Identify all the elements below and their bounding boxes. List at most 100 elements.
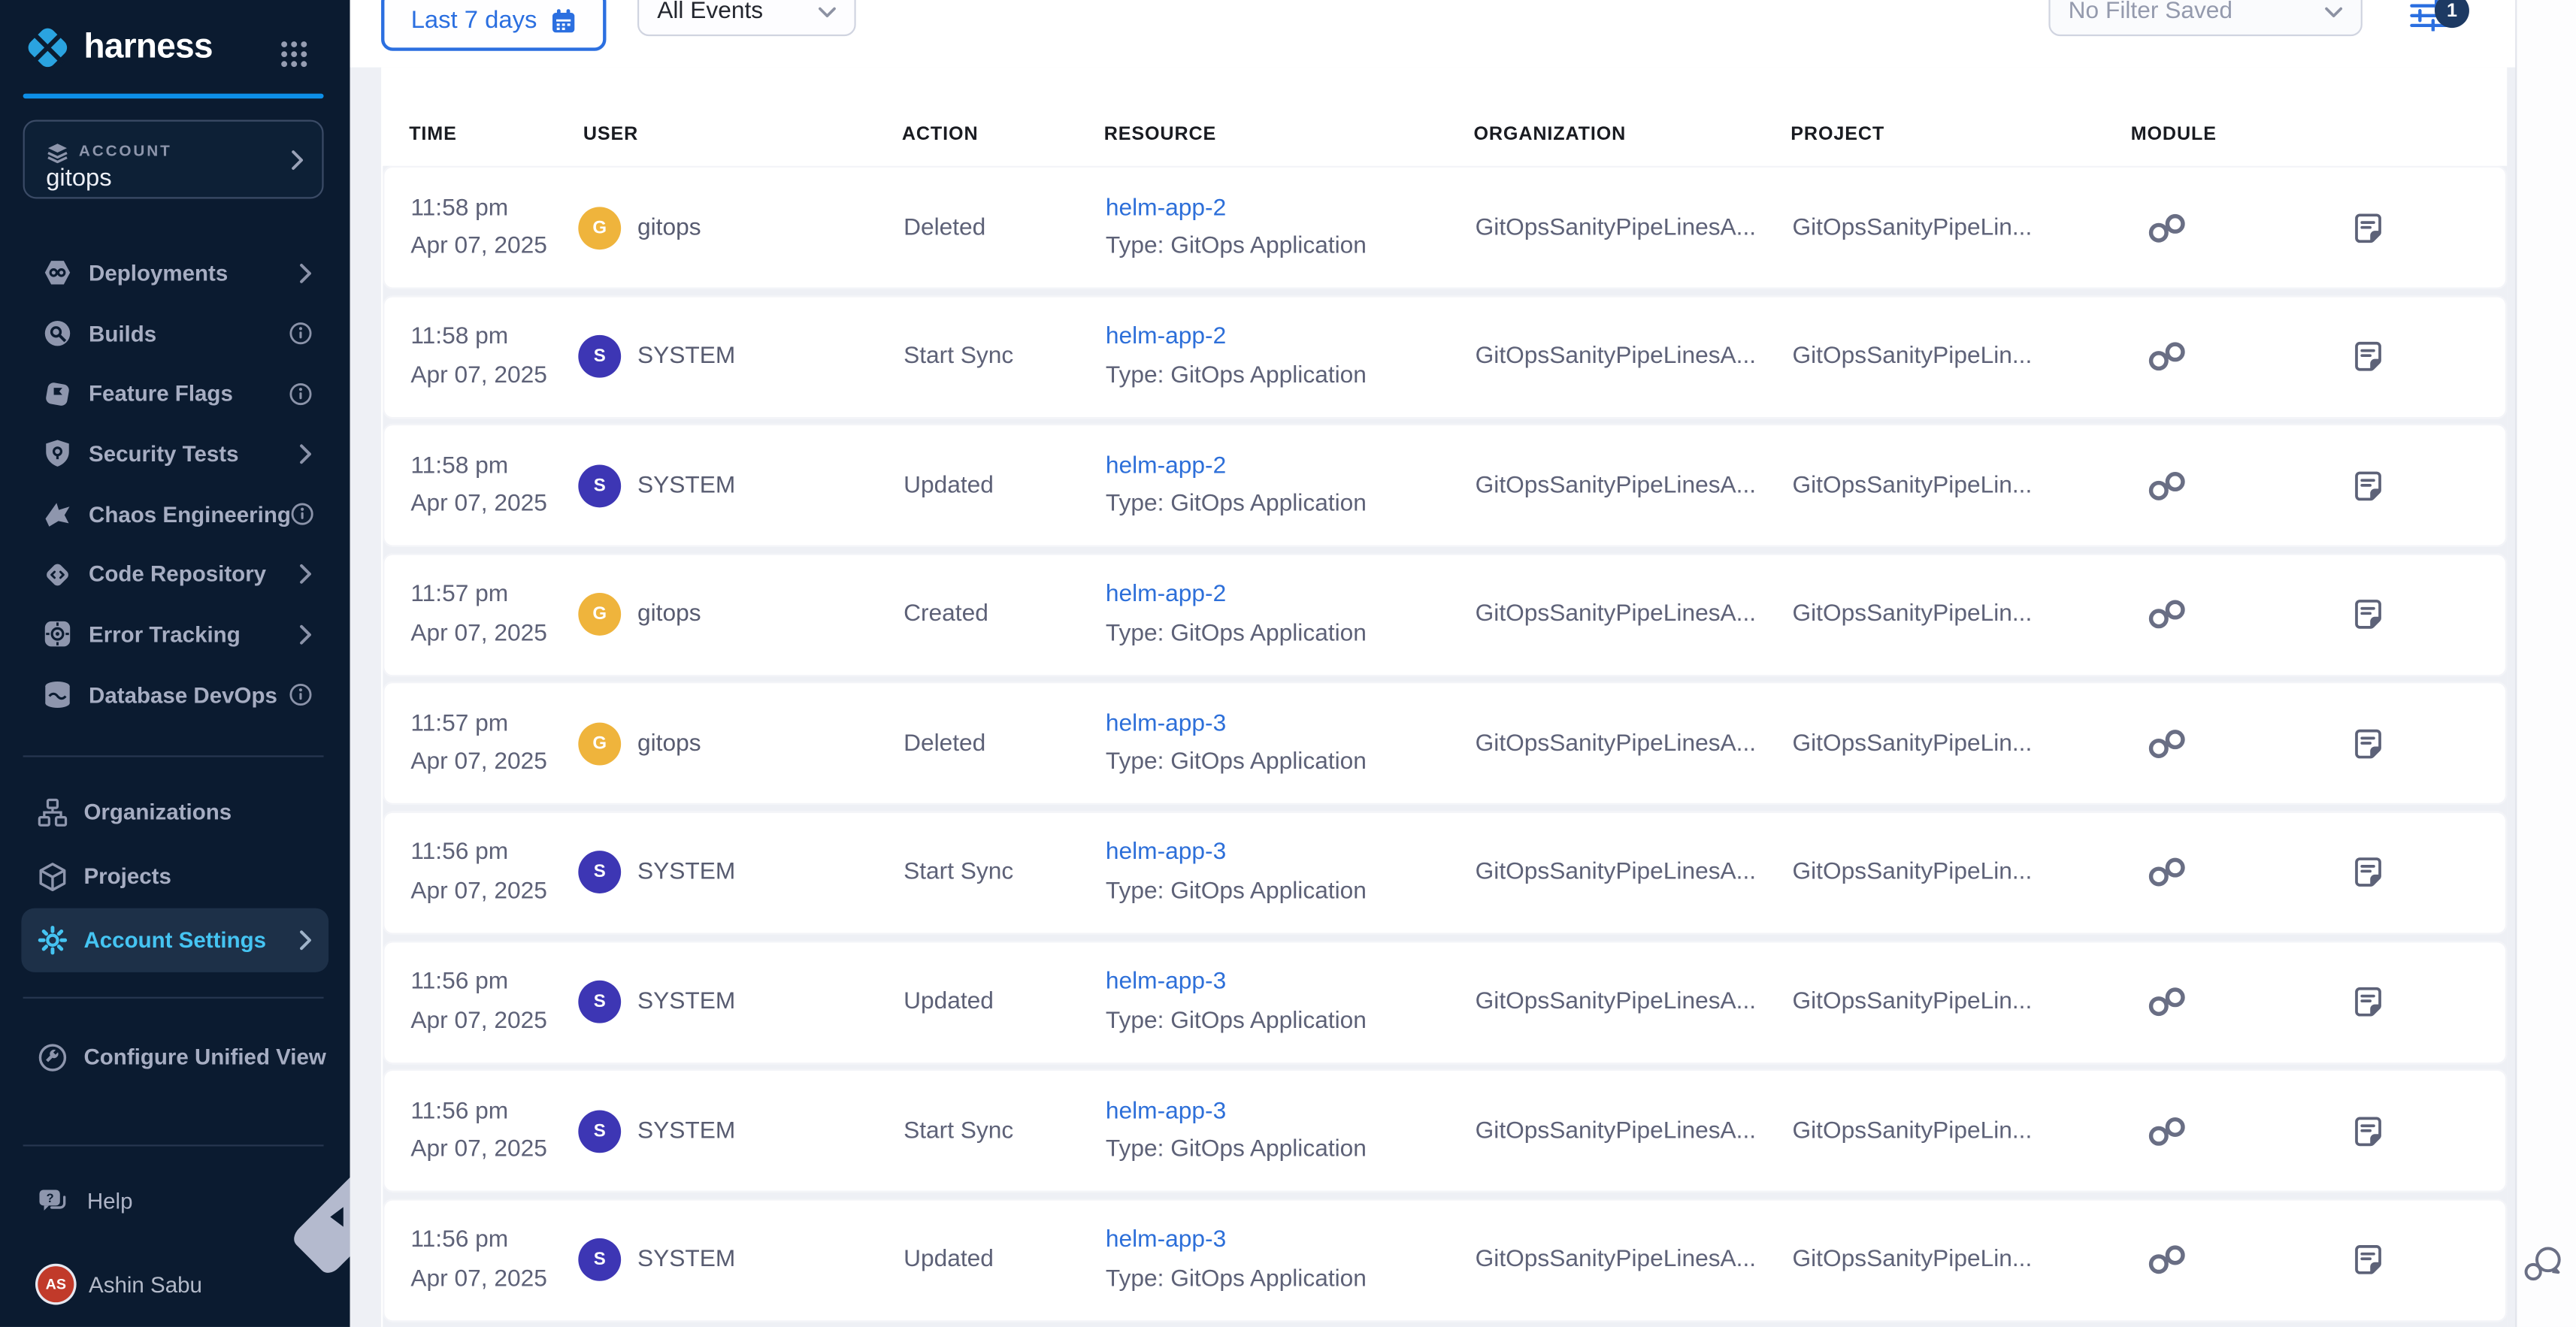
user-profile[interactable]: AS Ashin Sabu xyxy=(0,1251,350,1316)
row-resource-link[interactable]: helm-app-3 xyxy=(1106,842,1367,866)
sidebar-item-deployments[interactable]: Deployments xyxy=(21,243,328,303)
sidebar-divider xyxy=(23,1144,324,1146)
row-time: 11:57 pm xyxy=(410,583,547,607)
row-action: Updated xyxy=(904,989,994,1015)
row-user-name: gitops xyxy=(637,602,701,628)
row-user-name: SYSTEM xyxy=(637,343,735,370)
gitops-module-icon xyxy=(2148,470,2187,501)
sidebar-divider xyxy=(23,997,324,999)
sidebar-item-code-repository[interactable]: Code Repository xyxy=(21,544,328,604)
column-header-action: ACTION xyxy=(902,125,979,144)
row-time: 11:58 pm xyxy=(410,455,547,479)
unified-icon xyxy=(38,1042,67,1072)
chaos-icon xyxy=(43,500,72,529)
row-resource-type: Type: GitOps Application xyxy=(1106,622,1367,646)
audit-table-row[interactable]: 11:56 pm Apr 07, 2025 S SYSTEM Updated h… xyxy=(383,940,2507,1063)
row-resource-type: Type: GitOps Application xyxy=(1106,364,1367,388)
sidebar-item-label: Account Settings xyxy=(83,928,298,953)
column-header-time: TIME xyxy=(409,125,457,144)
sidebar-item-database-devops[interactable]: Database DevOps xyxy=(21,665,328,725)
row-organization: GitOpsSanityPipeLinesA... xyxy=(1476,860,1756,886)
row-time: 11:58 pm xyxy=(410,325,547,349)
audit-table-row[interactable]: 11:57 pm Apr 07, 2025 G gitops Deleted h… xyxy=(383,682,2507,806)
audit-table-row[interactable]: 11:58 pm Apr 07, 2025 G gitops Deleted h… xyxy=(383,166,2507,289)
audit-table-row[interactable]: 11:56 pm Apr 07, 2025 S SYSTEM Start Syn… xyxy=(383,812,2507,935)
row-resource-type: Type: GitOps Application xyxy=(1106,493,1367,517)
event-summary-icon[interactable] xyxy=(2354,212,2382,243)
row-resource-link[interactable]: helm-app-3 xyxy=(1106,1100,1367,1124)
row-user-avatar: S xyxy=(578,1238,621,1281)
date-range-label: Last 7 days xyxy=(411,7,537,35)
layers-icon xyxy=(46,141,69,165)
audit-table-row[interactable]: 11:56 pm Apr 07, 2025 S SYSTEM Start Syn… xyxy=(383,1069,2507,1192)
audit-table-row[interactable]: 11:56 pm Apr 07, 2025 S SYSTEM Updated h… xyxy=(383,1199,2507,1322)
event-summary-icon[interactable] xyxy=(2354,728,2382,760)
column-header-organization: ORGANIZATION xyxy=(1473,125,1626,144)
row-time: 11:56 pm xyxy=(410,842,547,866)
support-chat-icon[interactable] xyxy=(2523,1245,2565,1284)
row-user-avatar: S xyxy=(578,851,621,894)
module-grid-icon[interactable] xyxy=(280,39,309,68)
date-range-button[interactable]: Last 7 days xyxy=(381,0,606,51)
gitops-module-icon xyxy=(2148,1244,2187,1276)
errortracking-icon xyxy=(43,620,72,649)
sidebar-item-label: Feature Flags xyxy=(89,382,289,407)
info-icon xyxy=(289,684,313,707)
sidebar-item-feature-flags[interactable]: Feature Flags xyxy=(21,364,328,424)
gitops-module-icon xyxy=(2148,728,2187,760)
event-summary-icon[interactable] xyxy=(2354,857,2382,889)
row-user-name: SYSTEM xyxy=(637,989,735,1015)
audit-table-row[interactable]: 11:57 pm Apr 07, 2025 G gitops Created h… xyxy=(383,553,2507,676)
event-summary-icon[interactable] xyxy=(2354,1115,2382,1147)
sidebar-item-help[interactable]: ? Help xyxy=(0,1169,350,1233)
account-scope-selector[interactable]: ACCOUNT gitops xyxy=(23,120,324,199)
row-date: Apr 07, 2025 xyxy=(410,751,547,775)
event-summary-icon[interactable] xyxy=(2354,1244,2382,1276)
projects-icon xyxy=(38,861,67,890)
row-resource-link[interactable]: helm-app-3 xyxy=(1106,1229,1367,1253)
database-icon xyxy=(43,680,72,709)
row-resource-link[interactable]: helm-app-2 xyxy=(1106,196,1367,220)
sidebar-item-builds[interactable]: Builds xyxy=(21,304,328,364)
event-summary-icon[interactable] xyxy=(2354,470,2382,501)
chevron-right-icon xyxy=(291,150,304,171)
featureflags-icon xyxy=(43,379,72,408)
row-resource-link[interactable]: helm-app-2 xyxy=(1106,455,1367,479)
saved-filter-select[interactable]: No Filter Saved xyxy=(2048,0,2362,36)
row-user-avatar: S xyxy=(578,981,621,1023)
row-project: GitOpsSanityPipeLin... xyxy=(1792,602,2032,628)
audit-table-row[interactable]: 11:58 pm Apr 07, 2025 S SYSTEM Start Syn… xyxy=(383,295,2507,419)
row-resource-link[interactable]: helm-app-2 xyxy=(1106,325,1367,349)
sidebar-item-organizations[interactable]: Organizations xyxy=(21,780,328,844)
organizations-icon xyxy=(38,797,67,827)
sidebar-item-chaos-engineering[interactable]: Chaos Engineering xyxy=(21,484,328,544)
event-summary-icon[interactable] xyxy=(2354,599,2382,630)
events-filter-select[interactable]: All Events xyxy=(637,0,856,36)
sidebar-item-configure-unified-view[interactable]: Configure Unified View xyxy=(21,1025,328,1089)
row-resource-link[interactable]: helm-app-3 xyxy=(1106,712,1367,736)
row-organization: GitOpsSanityPipeLinesA... xyxy=(1476,730,1756,757)
sidebar-item-label: Security Tests xyxy=(89,442,299,467)
row-resource-type: Type: GitOps Application xyxy=(1106,1009,1367,1033)
row-action: Start Sync xyxy=(904,343,1013,370)
chevron-down-icon xyxy=(818,6,836,17)
user-name: Ashin Sabu xyxy=(89,1272,202,1297)
row-user-name: SYSTEM xyxy=(637,1247,735,1273)
audit-table-row[interactable]: 11:58 pm Apr 07, 2025 S SYSTEM Updated h… xyxy=(383,424,2507,547)
sidebar-item-error-tracking[interactable]: Error Tracking xyxy=(21,605,328,665)
row-project: GitOpsSanityPipeLin... xyxy=(1792,989,2032,1015)
builds-icon xyxy=(43,319,72,348)
row-resource-link[interactable]: helm-app-3 xyxy=(1106,971,1367,995)
chevron-right-icon xyxy=(299,564,312,585)
sidebar-item-security-tests[interactable]: Security Tests xyxy=(21,424,328,484)
row-action: Deleted xyxy=(904,214,985,240)
row-time: 11:56 pm xyxy=(410,1100,547,1124)
event-summary-icon[interactable] xyxy=(2354,987,2382,1018)
sidebar-item-account-settings[interactable]: Account Settings xyxy=(21,908,328,972)
user-avatar: AS xyxy=(38,1266,74,1302)
event-summary-icon[interactable] xyxy=(2354,341,2382,373)
row-date: Apr 07, 2025 xyxy=(410,235,547,259)
sidebar-item-projects[interactable]: Projects xyxy=(21,844,328,908)
sidebar-secondary-nav: Organizations Projects Account Settings xyxy=(0,780,350,972)
row-resource-link[interactable]: helm-app-2 xyxy=(1106,583,1367,607)
